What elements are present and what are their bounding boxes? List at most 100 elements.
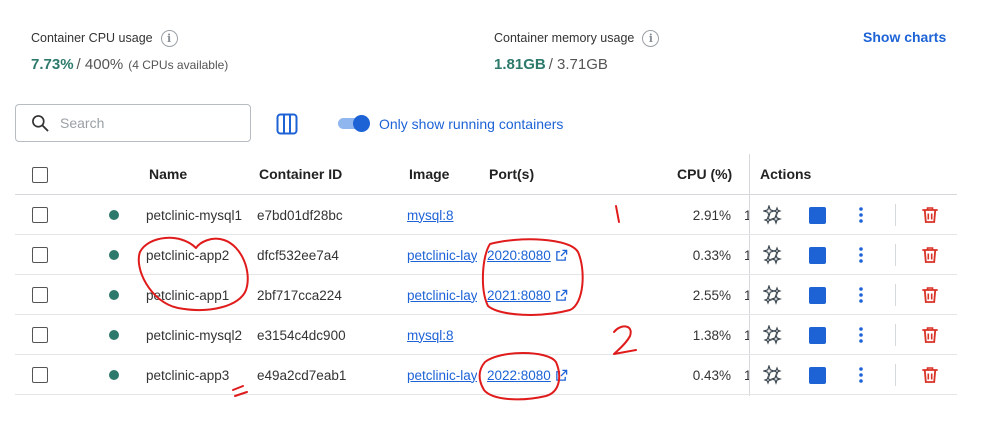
more-vert-icon bbox=[859, 367, 863, 383]
port-cell: 2020:8080 bbox=[487, 235, 617, 275]
image-link[interactable]: petclinic-layered bbox=[407, 248, 477, 263]
stop-button[interactable] bbox=[807, 325, 827, 345]
port-link[interactable]: 2020:8080 bbox=[487, 248, 551, 263]
stop-button[interactable] bbox=[807, 285, 827, 305]
memory-usage-value: 1.81GB bbox=[494, 56, 546, 73]
delete-button[interactable] bbox=[920, 365, 940, 385]
external-link-icon[interactable] bbox=[555, 369, 568, 382]
port-cell: 2022:8080 bbox=[487, 355, 617, 395]
sparkles-icon bbox=[763, 365, 782, 385]
more-actions-button[interactable] bbox=[851, 205, 871, 225]
cpu-value: 2.91% bbox=[692, 207, 731, 223]
container-id: 2bf717cca224 bbox=[257, 287, 342, 303]
ask-gordon-button[interactable] bbox=[763, 365, 783, 385]
show-charts-link[interactable]: Show charts bbox=[863, 29, 946, 45]
sparkles-icon bbox=[763, 245, 782, 265]
header-image[interactable]: Image bbox=[409, 166, 449, 182]
more-actions-button[interactable] bbox=[851, 285, 871, 305]
port-cell bbox=[487, 195, 617, 235]
container-name[interactable]: petclinic-mysql1 bbox=[146, 195, 250, 235]
port-cell: 2021:8080 bbox=[487, 275, 617, 315]
container-name[interactable]: petclinic-app2 bbox=[146, 235, 250, 275]
delete-button[interactable] bbox=[920, 245, 940, 265]
row-checkbox[interactable] bbox=[32, 207, 48, 223]
running-status-indicator bbox=[109, 210, 119, 220]
trash-icon bbox=[922, 207, 938, 223]
truncated-column-value: 1 bbox=[744, 327, 749, 343]
table-row[interactable]: petclinic-app1 2bf717cca224 petclinic-laye… bbox=[15, 275, 957, 315]
delete-button[interactable] bbox=[920, 285, 940, 305]
header-cpu[interactable]: CPU (%) bbox=[677, 166, 732, 182]
trash-icon bbox=[922, 247, 938, 263]
running-status-indicator bbox=[109, 250, 119, 260]
truncated-column-value: 1 bbox=[744, 367, 749, 383]
truncated-column-value: 1 bbox=[744, 207, 749, 223]
ask-gordon-button[interactable] bbox=[763, 245, 783, 265]
table-row[interactable]: petclinic-app3 e49a2cd7eab1 petclinic-laye… bbox=[15, 355, 957, 395]
ask-gordon-button[interactable] bbox=[763, 205, 783, 225]
table-row[interactable]: petclinic-mysql2 e3154c4dc900 mysql:8 1.38%… bbox=[15, 315, 957, 355]
image-link[interactable]: petclinic-layered bbox=[407, 368, 477, 383]
container-id: e49a2cd7eab1 bbox=[257, 367, 347, 383]
cpu-usage-stat: Container CPU usage i 7.73% / 400% (4 CP… bbox=[31, 28, 228, 76]
port-link[interactable]: 2021:8080 bbox=[487, 288, 551, 303]
search-box[interactable] bbox=[15, 104, 251, 142]
more-actions-button[interactable] bbox=[851, 365, 871, 385]
running-status-indicator bbox=[109, 370, 119, 380]
row-checkbox[interactable] bbox=[32, 327, 48, 343]
running-containers-toggle-label[interactable]: Only show running containers bbox=[379, 116, 563, 132]
port-link[interactable]: 2022:8080 bbox=[487, 368, 551, 383]
more-actions-button[interactable] bbox=[851, 325, 871, 345]
cpu-value: 0.33% bbox=[692, 247, 731, 263]
table-body: petclinic-mysql1 e7bd01df28bc mysql:8 2.91%… bbox=[15, 195, 957, 395]
cpu-available: (4 CPUs available) bbox=[128, 58, 229, 72]
stop-button[interactable] bbox=[807, 365, 827, 385]
more-vert-icon bbox=[859, 287, 863, 303]
header-container-id[interactable]: Container ID bbox=[259, 166, 342, 182]
stop-button[interactable] bbox=[807, 245, 827, 265]
truncated-column-value: 1 bbox=[744, 287, 749, 303]
external-link-icon[interactable] bbox=[555, 289, 568, 302]
ask-gordon-button[interactable] bbox=[763, 285, 783, 305]
trash-icon bbox=[922, 287, 938, 303]
image-link[interactable]: mysql:8 bbox=[407, 328, 454, 343]
more-actions-button[interactable] bbox=[851, 245, 871, 265]
info-icon[interactable]: i bbox=[160, 29, 178, 47]
columns-icon bbox=[276, 113, 298, 135]
container-name[interactable]: petclinic-mysql2 bbox=[146, 315, 250, 355]
trash-icon bbox=[922, 367, 938, 383]
external-link-icon[interactable] bbox=[555, 249, 568, 262]
container-name[interactable]: petclinic-app3 bbox=[146, 355, 250, 395]
table-row[interactable]: petclinic-mysql1 e7bd01df28bc mysql:8 2.91%… bbox=[15, 195, 957, 235]
cpu-value: 0.43% bbox=[692, 367, 731, 383]
stop-icon bbox=[808, 246, 826, 264]
cpu-value: 2.55% bbox=[692, 287, 731, 303]
image-link[interactable]: petclinic-layered bbox=[407, 288, 477, 303]
row-checkbox[interactable] bbox=[32, 367, 48, 383]
container-id: dfcf532ee7a4 bbox=[257, 247, 339, 263]
ask-gordon-button[interactable] bbox=[763, 325, 783, 345]
search-input[interactable] bbox=[60, 115, 230, 131]
stop-icon bbox=[808, 286, 826, 304]
info-icon[interactable]: i bbox=[642, 29, 660, 47]
select-all-checkbox[interactable] bbox=[32, 167, 48, 183]
running-containers-toggle[interactable] bbox=[338, 115, 370, 132]
container-name[interactable]: petclinic-app1 bbox=[146, 275, 250, 315]
header-ports[interactable]: Port(s) bbox=[489, 166, 534, 182]
more-vert-icon bbox=[859, 247, 863, 263]
image-link[interactable]: mysql:8 bbox=[407, 208, 454, 223]
toolbar: Only show running containers bbox=[0, 104, 1000, 144]
containers-table: Name Container ID Image Port(s) CPU (%) … bbox=[15, 154, 957, 396]
trash-icon bbox=[922, 327, 938, 343]
table-row[interactable]: petclinic-app2 dfcf532ee7a4 petclinic-laye… bbox=[15, 235, 957, 275]
columns-button[interactable] bbox=[275, 112, 299, 136]
row-checkbox[interactable] bbox=[32, 287, 48, 303]
row-checkbox[interactable] bbox=[32, 247, 48, 263]
header-name[interactable]: Name bbox=[149, 166, 187, 182]
running-status-indicator bbox=[109, 330, 119, 340]
delete-button[interactable] bbox=[920, 205, 940, 225]
truncated-column-value: 1 bbox=[744, 247, 749, 263]
stop-button[interactable] bbox=[807, 205, 827, 225]
cpu-usage-label: Container CPU usage bbox=[31, 31, 153, 45]
delete-button[interactable] bbox=[920, 325, 940, 345]
